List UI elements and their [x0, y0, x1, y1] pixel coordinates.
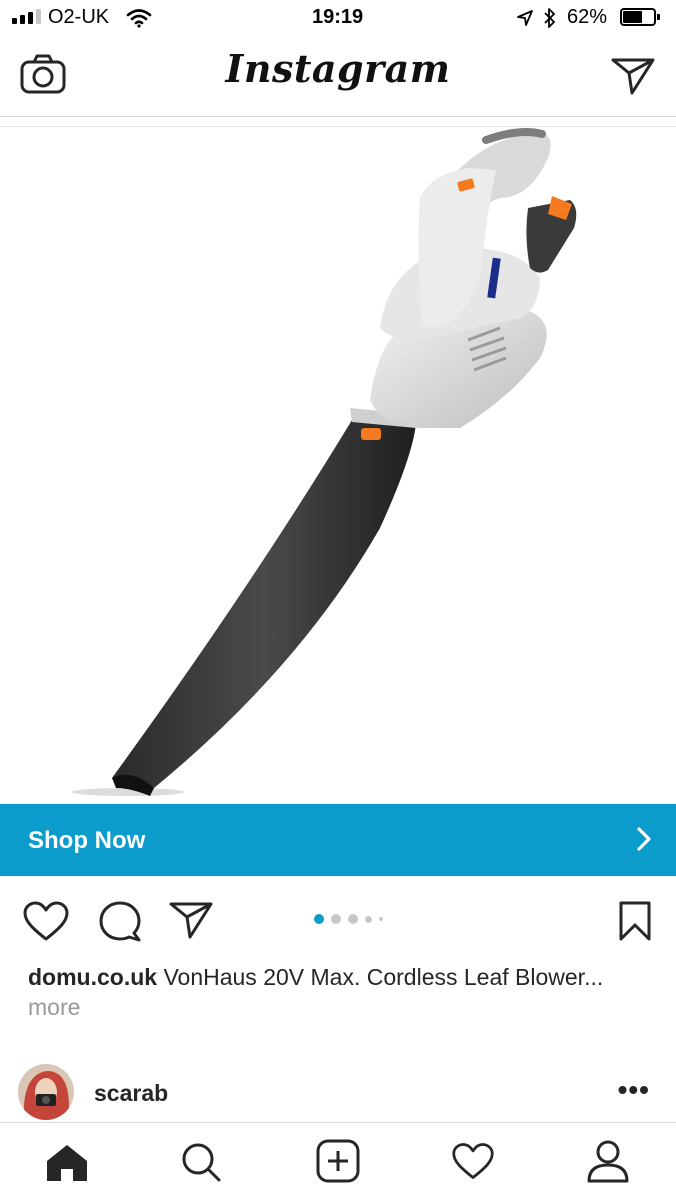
wifi-icon: [126, 9, 152, 28]
profile-photo: [18, 1064, 74, 1120]
clock: 19:19: [312, 6, 364, 28]
carrier-label: O2-UK: [48, 6, 110, 28]
comment-icon[interactable]: [98, 900, 142, 942]
post-image[interactable]: [0, 128, 676, 804]
search-icon[interactable]: [180, 1141, 222, 1183]
new-post-icon[interactable]: [316, 1139, 360, 1183]
bookmark-icon[interactable]: [618, 900, 652, 942]
instagram-logo: Instagram: [225, 46, 451, 91]
signal-strength-icon: [12, 9, 41, 24]
carousel-indicator: [314, 914, 383, 924]
direct-message-icon[interactable]: [610, 56, 656, 96]
carousel-dot: [348, 914, 358, 924]
location-arrow-icon: [517, 10, 533, 26]
caption-username[interactable]: domu.co.uk: [28, 964, 157, 990]
battery-percent: 62%: [567, 6, 608, 28]
bottom-tab-bar: [0, 1122, 676, 1201]
more-options-icon[interactable]: •••: [618, 1074, 650, 1106]
battery-icon: [620, 8, 660, 26]
carousel-dot: [331, 914, 341, 924]
post-actions: [0, 880, 676, 960]
chevron-right-icon: [637, 827, 651, 851]
status-bar: O2-UK 19:19 62%: [0, 0, 676, 38]
post-caption: domu.co.uk VonHaus 20V Max. Cordless Lea…: [28, 962, 648, 1022]
shop-now-bar[interactable]: Shop Now: [0, 804, 676, 876]
next-post-header: scarab •••: [0, 1060, 676, 1124]
leaf-blower-photo: [72, 128, 577, 796]
like-heart-icon[interactable]: [22, 900, 70, 942]
carousel-dot: [365, 915, 372, 923]
caption-more-link[interactable]: more: [28, 994, 80, 1020]
home-icon[interactable]: [44, 1143, 90, 1183]
caption-text: VonHaus 20V Max. Cordless Leaf Blower...: [157, 964, 604, 990]
avatar[interactable]: [18, 1064, 74, 1120]
shop-now-label: Shop Now: [28, 827, 146, 854]
app-header: Instagram: [0, 38, 676, 117]
header-divider: [0, 126, 676, 127]
next-post-username[interactable]: scarab: [94, 1080, 168, 1107]
carousel-dot: [314, 914, 324, 924]
profile-icon[interactable]: [586, 1139, 630, 1183]
activity-icon[interactable]: [451, 1141, 495, 1181]
carousel-dot: [379, 917, 383, 921]
share-icon[interactable]: [168, 900, 214, 940]
bluetooth-icon: [544, 8, 555, 28]
